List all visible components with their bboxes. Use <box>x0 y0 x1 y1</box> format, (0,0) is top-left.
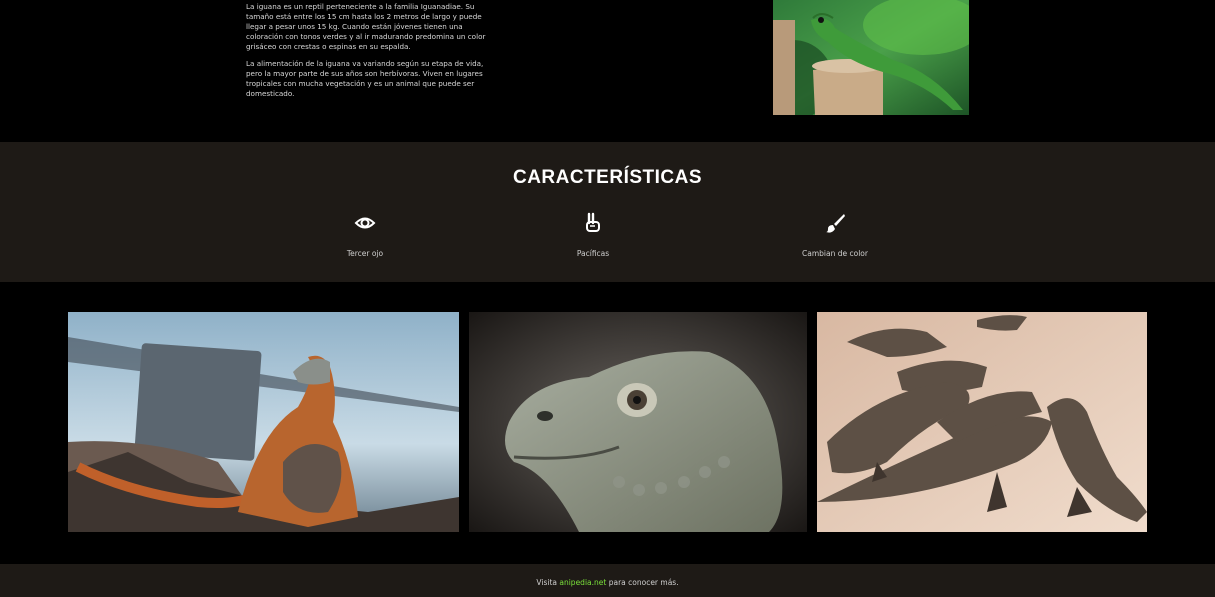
anipedia-link[interactable]: anipedia.net <box>559 578 606 587</box>
feature-label-change-color: Cambian de color <box>802 249 868 258</box>
green-iguana-photo <box>773 0 969 115</box>
gallery-photo-iguanas-beach <box>817 312 1147 532</box>
footer: Visita anipedia.net para conocer más. <box>0 564 1215 597</box>
footer-suffix: para conocer más. <box>608 578 679 587</box>
feature-label-third-eye: Tercer ojo <box>346 249 384 258</box>
footer-text: Visita anipedia.net para conocer más. <box>0 578 1215 587</box>
gallery-photo-iguana-closeup <box>469 312 807 532</box>
characteristics-title: CARACTERÍSTICAS <box>512 167 703 188</box>
eye-icon <box>354 212 376 234</box>
feature-third-eye: Tercer ojo <box>285 212 445 258</box>
intro-paragraph-1: La iguana es un reptil perteneciente a l… <box>246 2 486 51</box>
intro-text: La iguana es un reptil perteneciente a l… <box>246 2 491 106</box>
intro-paragraph-2: La alimentación de la iguana va variando… <box>246 59 484 98</box>
paint-brush-icon <box>824 212 846 234</box>
footer-prefix: Visita <box>536 578 557 587</box>
feature-peaceful: Pacíficas <box>513 212 673 258</box>
characteristics-section: CARACTERÍSTICAS Tercer ojo Pacíficas Cam… <box>0 142 1215 282</box>
intro-section: La iguana es un reptil perteneciente a l… <box>0 0 1215 142</box>
gallery-photo-orange-iguana <box>68 312 459 532</box>
peace-hand-icon <box>582 212 604 234</box>
feature-change-color: Cambian de color <box>755 212 915 258</box>
feature-label-peaceful: Pacíficas <box>576 249 610 258</box>
